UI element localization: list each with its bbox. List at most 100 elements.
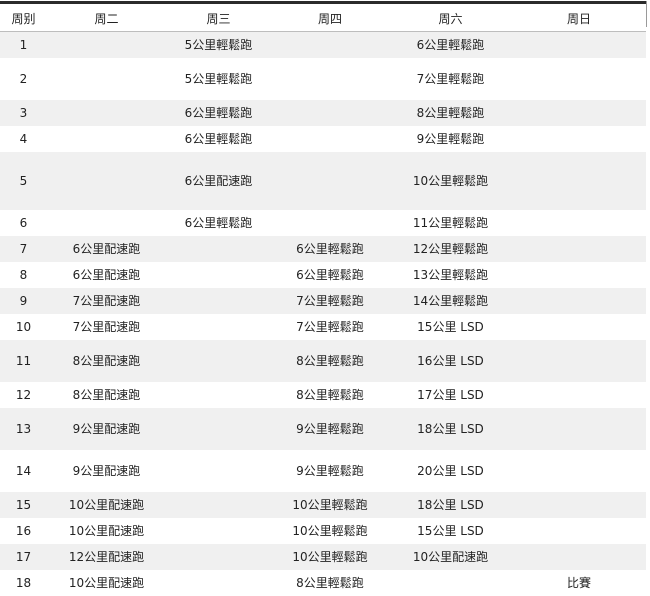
sunday-cell (512, 517, 646, 544)
thursday-cell: 10公里輕鬆跑 (271, 517, 389, 544)
thursday-cell: 7公里輕鬆跑 (271, 287, 389, 314)
thursday-cell: 9公里輕鬆跑 (271, 449, 389, 492)
thursday-cell (271, 125, 389, 152)
table-header: 周别 周二 周三 周四 周六 周日 (0, 5, 646, 32)
table-row: 10 7公里配速跑 7公里輕鬆跑 15公里 LSD (0, 313, 646, 340)
saturday-cell: 17公里 LSD (389, 381, 512, 408)
thursday-cell: 8公里輕鬆跑 (271, 569, 389, 596)
week-cell: 11 (0, 339, 47, 382)
table-row: 6 6公里輕鬆跑 11公里輕鬆跑 (0, 209, 646, 236)
table-row: 14 9公里配速跑 9公里輕鬆跑 20公里 LSD (0, 449, 646, 492)
thursday-cell (271, 151, 389, 210)
table-row: 15 10公里配速跑 10公里輕鬆跑 18公里 LSD (0, 491, 646, 518)
sunday-cell (512, 491, 646, 518)
thursday-cell (271, 31, 389, 58)
header-right-rule (646, 1, 647, 27)
schedule-document: 周别 周二 周三 周四 周六 周日 1 5公里輕鬆跑 6公里輕鬆跑 2 5公里輕鬆跑 7公… (0, 0, 650, 596)
table-row: 17 12公里配速跑 10公里輕鬆跑 10公里配速跑 (0, 543, 646, 570)
week-cell: 13 (0, 407, 47, 450)
wednesday-cell (166, 235, 271, 262)
week-cell: 5 (0, 151, 47, 210)
week-cell: 10 (0, 313, 47, 340)
saturday-cell: 15公里 LSD (389, 313, 512, 340)
saturday-cell: 14公里輕鬆跑 (389, 287, 512, 314)
sunday-cell (512, 151, 646, 210)
week-cell: 3 (0, 99, 47, 126)
week-cell: 7 (0, 235, 47, 262)
saturday-cell: 10公里輕鬆跑 (389, 151, 512, 210)
thursday-cell: 6公里輕鬆跑 (271, 235, 389, 262)
training-schedule-table: 周别 周二 周三 周四 周六 周日 1 5公里輕鬆跑 6公里輕鬆跑 2 5公里輕鬆跑 7公… (0, 5, 646, 596)
saturday-cell: 10公里配速跑 (389, 543, 512, 570)
tuesday-cell (47, 99, 166, 126)
thursday-cell: 10公里輕鬆跑 (271, 491, 389, 518)
table-row: 1 5公里輕鬆跑 6公里輕鬆跑 (0, 31, 646, 58)
wednesday-cell (166, 517, 271, 544)
thursday-cell: 7公里輕鬆跑 (271, 313, 389, 340)
table-row: 2 5公里輕鬆跑 7公里輕鬆跑 (0, 57, 646, 100)
wednesday-cell (166, 407, 271, 450)
wednesday-cell: 5公里輕鬆跑 (166, 31, 271, 58)
tuesday-cell (47, 209, 166, 236)
wednesday-cell: 6公里輕鬆跑 (166, 99, 271, 126)
week-cell: 2 (0, 57, 47, 100)
saturday-cell: 20公里 LSD (389, 449, 512, 492)
week-cell: 16 (0, 517, 47, 544)
thursday-cell (271, 99, 389, 126)
week-cell: 1 (0, 31, 47, 58)
sunday-cell (512, 449, 646, 492)
header-row: 周别 周二 周三 周四 周六 周日 (0, 5, 646, 32)
week-cell: 12 (0, 381, 47, 408)
week-cell: 18 (0, 569, 47, 596)
sunday-cell (512, 261, 646, 288)
sunday-cell (512, 31, 646, 58)
thursday-cell: 8公里輕鬆跑 (271, 339, 389, 382)
saturday-cell: 15公里 LSD (389, 517, 512, 544)
sunday-cell (512, 287, 646, 314)
saturday-cell: 18公里 LSD (389, 407, 512, 450)
tuesday-cell: 8公里配速跑 (47, 381, 166, 408)
top-rule (0, 1, 646, 4)
tuesday-cell (47, 57, 166, 100)
sunday-cell (512, 125, 646, 152)
table-row: 4 6公里輕鬆跑 9公里輕鬆跑 (0, 125, 646, 152)
sunday-cell (512, 543, 646, 570)
saturday-cell: 11公里輕鬆跑 (389, 209, 512, 236)
tuesday-cell: 7公里配速跑 (47, 313, 166, 340)
sunday-cell (512, 209, 646, 236)
thursday-cell (271, 57, 389, 100)
table-row: 5 6公里配速跑 10公里輕鬆跑 (0, 151, 646, 210)
wednesday-cell (166, 261, 271, 288)
tuesday-cell: 7公里配速跑 (47, 287, 166, 314)
wednesday-cell (166, 313, 271, 340)
wednesday-cell (166, 491, 271, 518)
sunday-cell: 比賽 (512, 569, 646, 596)
week-cell: 15 (0, 491, 47, 518)
wednesday-cell: 6公里配速跑 (166, 151, 271, 210)
tuesday-cell (47, 151, 166, 210)
saturday-cell: 16公里 LSD (389, 339, 512, 382)
tuesday-cell: 9公里配速跑 (47, 407, 166, 450)
tuesday-cell: 8公里配速跑 (47, 339, 166, 382)
table-row: 12 8公里配速跑 8公里輕鬆跑 17公里 LSD (0, 381, 646, 408)
sunday-cell (512, 381, 646, 408)
wednesday-cell (166, 339, 271, 382)
table-row: 3 6公里輕鬆跑 8公里輕鬆跑 (0, 99, 646, 126)
saturday-cell: 9公里輕鬆跑 (389, 125, 512, 152)
wednesday-cell (166, 543, 271, 570)
tuesday-cell: 12公里配速跑 (47, 543, 166, 570)
tuesday-cell: 6公里配速跑 (47, 261, 166, 288)
wednesday-cell: 6公里輕鬆跑 (166, 125, 271, 152)
saturday-cell: 8公里輕鬆跑 (389, 99, 512, 126)
saturday-cell: 13公里輕鬆跑 (389, 261, 512, 288)
thursday-cell: 10公里輕鬆跑 (271, 543, 389, 570)
week-cell: 9 (0, 287, 47, 314)
week-cell: 17 (0, 543, 47, 570)
saturday-cell (389, 569, 512, 596)
saturday-cell: 12公里輕鬆跑 (389, 235, 512, 262)
week-cell: 6 (0, 209, 47, 236)
table-row: 8 6公里配速跑 6公里輕鬆跑 13公里輕鬆跑 (0, 261, 646, 288)
header-thursday: 周四 (271, 5, 389, 32)
tuesday-cell: 10公里配速跑 (47, 517, 166, 544)
tuesday-cell: 10公里配速跑 (47, 491, 166, 518)
